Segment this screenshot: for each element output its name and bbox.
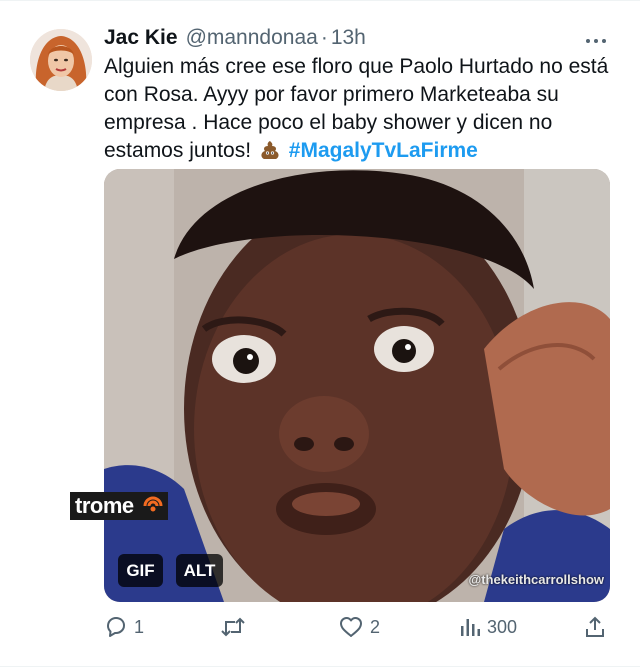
views-chart-icon bbox=[461, 619, 480, 636]
trome-logo-mark-icon bbox=[143, 496, 163, 512]
author-name[interactable]: Jac Kie bbox=[104, 26, 178, 50]
reply-icon bbox=[107, 617, 125, 637]
avatar[interactable] bbox=[30, 29, 92, 91]
alt-text-button[interactable]: ALT bbox=[176, 554, 223, 587]
gif-media[interactable] bbox=[104, 169, 610, 602]
heart-icon bbox=[340, 617, 362, 637]
author-handle[interactable]: @manndonaa bbox=[186, 26, 318, 50]
separator-dot: · bbox=[320, 26, 328, 49]
action-bar: 1 2 300 bbox=[104, 612, 610, 642]
reply-button[interactable]: 1 bbox=[104, 612, 144, 642]
gif-frame-illustration bbox=[104, 169, 610, 602]
video-watermark: @thekeithcarrollshow bbox=[468, 572, 604, 587]
hashtag-link[interactable]: #MagalyTvLaFirme bbox=[289, 139, 478, 162]
like-button[interactable]: 2 bbox=[338, 612, 380, 642]
tweet-header: Jac Kie @manndonaa · 13h bbox=[104, 26, 366, 50]
share-icon bbox=[586, 616, 604, 637]
tweet-text: Alguien más cree ese floro que Paolo Hur… bbox=[104, 53, 609, 165]
views-count: 300 bbox=[487, 616, 518, 637]
tweet: Jac Kie @manndonaa · 13h Alguien más cre… bbox=[0, 0, 640, 667]
retweet-button[interactable] bbox=[219, 612, 253, 642]
share-button[interactable] bbox=[583, 612, 607, 642]
pile-of-poo-emoji bbox=[259, 140, 281, 160]
timestamp[interactable]: 13h bbox=[331, 26, 366, 50]
reply-count: 1 bbox=[134, 616, 145, 637]
logo-text: trome bbox=[75, 493, 134, 518]
like-count: 2 bbox=[370, 616, 381, 637]
gif-badge[interactable]: GIF bbox=[118, 554, 163, 587]
views-button[interactable]: 300 bbox=[457, 612, 517, 642]
trome-logo: trome bbox=[70, 492, 168, 520]
retweet-icon bbox=[221, 617, 245, 637]
more-options-icon[interactable] bbox=[584, 33, 608, 43]
